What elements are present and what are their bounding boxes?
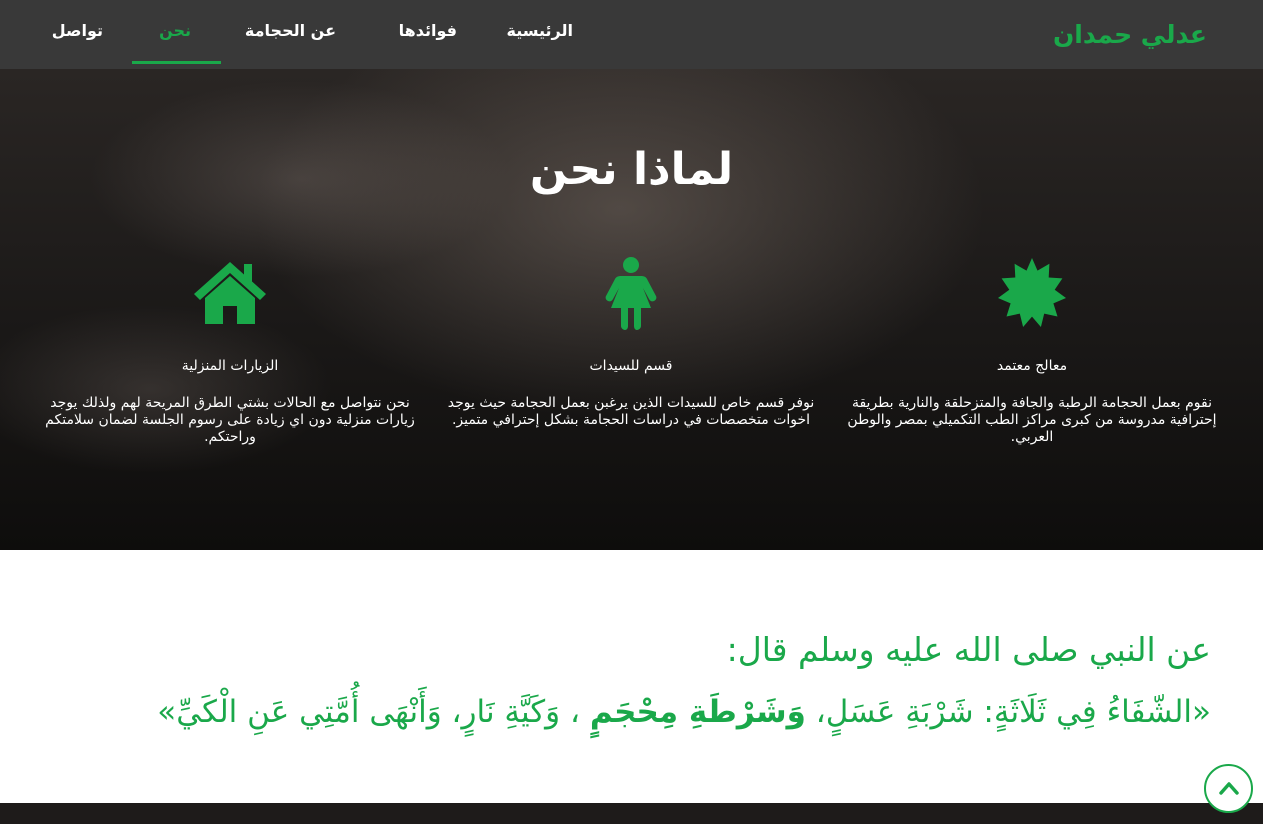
- feature-text: نوفر قسم خاص للسيدات الذين يرغبن بعمل ال…: [447, 395, 815, 428]
- badge-icon: [992, 254, 1072, 334]
- feature-women-section: قسم للسيدات نوفر قسم خاص للسيدات الذين ي…: [441, 254, 821, 429]
- hadith-section: عن النبي صلى الله عليه وسلم قال: «الشّفَ…: [0, 550, 1263, 803]
- brand-logo[interactable]: عدلي حمدان: [1053, 17, 1207, 53]
- section-title: لماذا نحن: [529, 144, 734, 195]
- feature-title: معالج معتمد: [996, 358, 1068, 374]
- hadith-part-1: «الشّفَاءُ فِي ثَلَاثَةٍ: شَرْبَةِ عَسَل…: [815, 694, 1211, 730]
- nav-item-about-hijama[interactable]: عن الحجامة: [245, 18, 336, 46]
- nav-item-benefits[interactable]: فوائدها: [399, 18, 457, 46]
- active-nav-indicator: [132, 61, 221, 64]
- next-section-band: [0, 803, 1263, 824]
- nav-item-home[interactable]: الرئيسية: [507, 18, 574, 46]
- hadith-highlight: وَشَرْطَةِ مِحْجَمٍ: [589, 694, 806, 730]
- why-us-section: لماذا نحن معالج معتمد نقوم بعمل الحجامة …: [0, 69, 1263, 550]
- feature-certified-therapist: معالج معتمد نقوم بعمل الحجامة الرطبة وال…: [842, 254, 1222, 446]
- nav-item-about-us[interactable]: نحن: [159, 18, 191, 46]
- back-to-top-button[interactable]: [1204, 764, 1253, 813]
- feature-title: الزيارات المنزلية: [181, 358, 279, 374]
- hadith-intro: عن النبي صلى الله عليه وسلم قال:: [726, 630, 1211, 669]
- navbar: عدلي حمدان الرئيسية فوائدها عن الحجامة ن…: [0, 0, 1263, 69]
- feature-title: قسم للسيدات: [589, 358, 673, 374]
- feature-home-visits: الزيارات المنزلية نحن نتواصل مع الحالات …: [40, 254, 420, 446]
- feature-text: نحن نتواصل مع الحالات بشتي الطرق المريحة…: [45, 395, 415, 445]
- home-icon: [190, 254, 270, 334]
- woman-icon: [591, 254, 671, 334]
- hadith-text: «الشّفَاءُ فِي ثَلَاثَةٍ: شَرْبَةِ عَسَل…: [157, 690, 1211, 734]
- chevron-up-icon: [1219, 782, 1239, 795]
- feature-text: نقوم بعمل الحجامة الرطبة والجافة والمتزح…: [847, 395, 1217, 445]
- hadith-part-3: ، وَكَيَّةِ نَارٍ، وَأَنْهَى أُمَّتِي عَ…: [157, 694, 580, 730]
- nav-item-contact[interactable]: تواصل: [52, 18, 103, 46]
